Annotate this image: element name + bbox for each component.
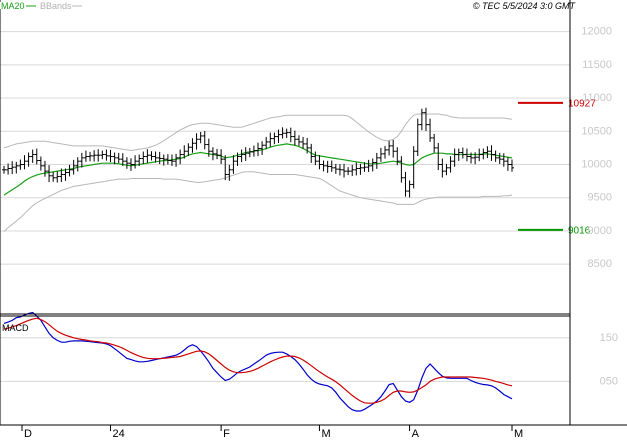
x-tick-label: D	[24, 428, 32, 440]
price-tick-label: 11500	[582, 59, 612, 71]
x-tick-label: M	[321, 428, 330, 440]
legend-bbands: BBands	[40, 1, 72, 11]
chart-canvas: 109279016 120001150011000105001000095009…	[0, 0, 627, 440]
x-tick-label: 24	[113, 428, 125, 440]
copyright-text: © TEC 5/5/2024 3:0 GMT	[473, 1, 577, 11]
price-tick-label: 12000	[581, 26, 612, 38]
price-tick-label: 10500	[581, 125, 612, 137]
macd-panel-title: MACD	[2, 323, 29, 333]
macd-tick-label: 150	[600, 332, 618, 344]
x-tick-label: F	[223, 428, 230, 440]
x-tick-label: M	[514, 428, 523, 440]
price-tick-label: 9000	[588, 225, 612, 237]
price-tick-label: 11000	[582, 92, 612, 104]
price-tick-label: 8500	[588, 258, 612, 270]
macd-tick-label: 050	[600, 375, 618, 387]
x-tick-label: A	[412, 428, 420, 440]
price-tick-label: 10000	[581, 159, 612, 171]
price-tick-label: 9500	[588, 192, 612, 204]
legend-ma20: MA20	[1, 1, 25, 11]
